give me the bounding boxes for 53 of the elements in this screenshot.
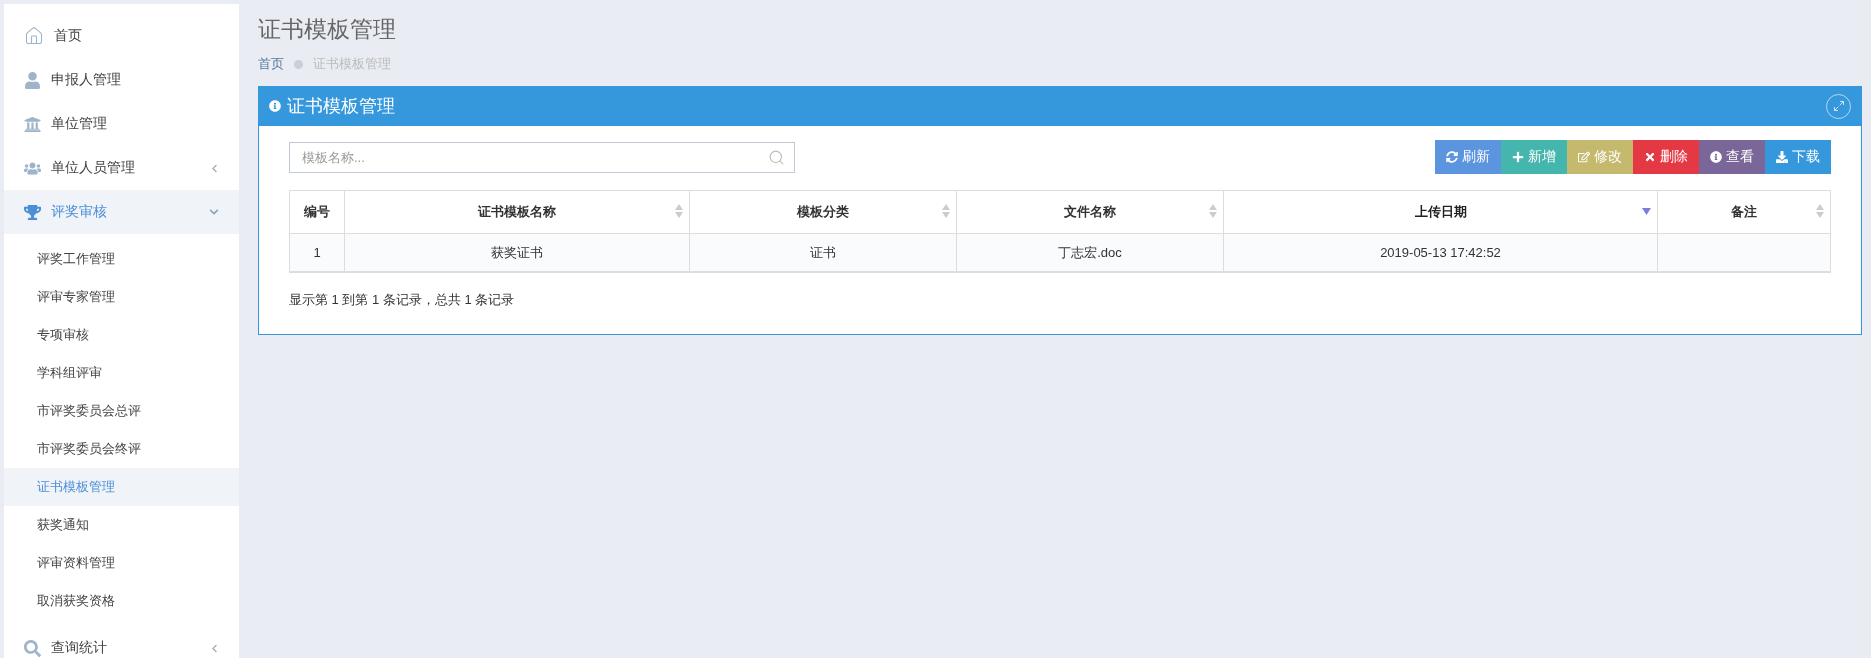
- edit-icon: [1578, 151, 1590, 163]
- search-icon: [768, 148, 785, 166]
- sort-icon[interactable]: [675, 204, 683, 218]
- submenu-item[interactable]: 评审专家管理: [4, 278, 239, 316]
- table-cell: 证书: [689, 233, 957, 272]
- page-title: 证书模板管理: [258, 15, 397, 44]
- submenu-item[interactable]: 评审资料管理: [4, 544, 239, 582]
- column-header[interactable]: 备注: [1657, 190, 1831, 234]
- submenu-item[interactable]: 市评奖委员会终评: [4, 430, 239, 468]
- submenu-item[interactable]: 专项审核: [4, 316, 239, 354]
- search-icon: [24, 639, 41, 657]
- user-icon: [24, 71, 41, 89]
- table-cell: 2019-05-13 17:42:52: [1223, 233, 1658, 272]
- view-button[interactable]: 查看: [1699, 140, 1765, 174]
- home-icon: [24, 26, 44, 46]
- nav-item[interactable]: 单位管理: [4, 102, 239, 146]
- search-field[interactable]: 模板名称...: [289, 141, 795, 173]
- panel-title: 证书模板管理: [287, 95, 396, 118]
- close-icon: [1644, 151, 1656, 163]
- submenu-item[interactable]: 获奖通知: [4, 506, 239, 544]
- breadcrumb-link[interactable]: 首页: [258, 55, 284, 73]
- submenu-item[interactable]: 评奖工作管理: [4, 240, 239, 278]
- nav-item[interactable]: 首页: [4, 14, 239, 58]
- sort-icon[interactable]: [1816, 204, 1824, 218]
- nav-item[interactable]: 申报人管理: [4, 58, 239, 102]
- refresh-icon: [1446, 151, 1458, 163]
- bank-icon: [24, 115, 41, 133]
- sort-icon[interactable]: [942, 204, 950, 218]
- table-cell: 获奖证书: [344, 233, 690, 272]
- plus-icon: [1512, 151, 1524, 163]
- delete-button[interactable]: 删除: [1633, 140, 1699, 174]
- pagination-info: 显示第 1 到第 1 条记录，总共 1 条记录: [289, 291, 516, 309]
- download-icon: [1776, 151, 1788, 163]
- sort-icon[interactable]: [1209, 204, 1217, 218]
- nav-item[interactable]: 查询统计: [4, 626, 239, 658]
- column-header[interactable]: 模板分类: [689, 190, 957, 234]
- submenu-item[interactable]: 学科组评审: [4, 354, 239, 392]
- column-header[interactable]: 编号: [289, 190, 345, 234]
- expand-icon: [1832, 100, 1845, 112]
- info-icon: [1710, 151, 1722, 163]
- users-icon: [24, 159, 41, 177]
- info-icon: [269, 100, 281, 112]
- column-header[interactable]: 证书模板名称: [344, 190, 690, 234]
- table-cell: 1: [289, 233, 345, 272]
- column-header[interactable]: 上传日期: [1223, 190, 1658, 234]
- trophy-icon: [24, 203, 41, 221]
- separator-icon: [294, 59, 303, 69]
- sort-desc-icon[interactable]: [1642, 208, 1651, 215]
- column-header[interactable]: 文件名称: [956, 190, 1224, 234]
- nav-item[interactable]: 单位人员管理: [4, 146, 239, 190]
- submenu-item[interactable]: 取消获奖资格: [4, 582, 239, 620]
- table-cell: 丁志宏.doc: [956, 233, 1224, 272]
- submenu-item[interactable]: 市评奖委员会总评: [4, 392, 239, 430]
